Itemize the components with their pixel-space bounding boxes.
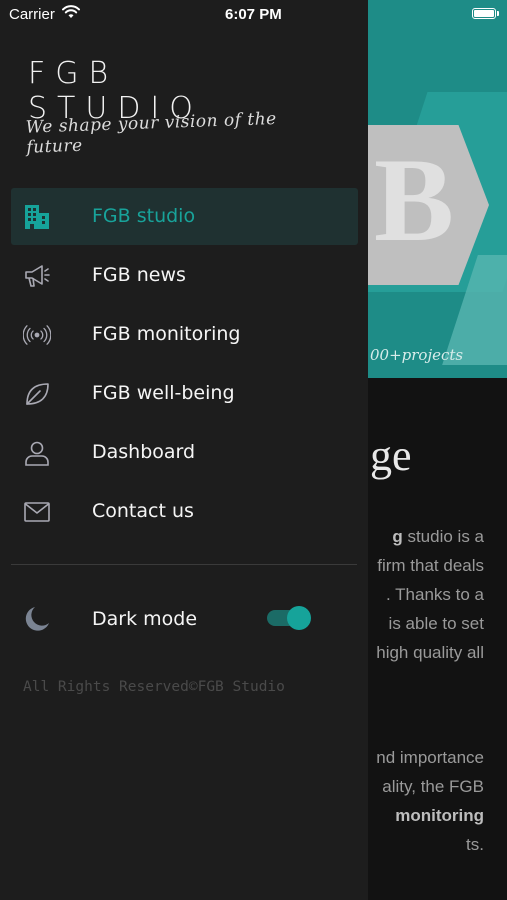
megaphone-icon: [23, 262, 51, 290]
menu-item-label: FGB monitoring: [92, 323, 241, 345]
menu-item-dashboard[interactable]: Dashboard: [11, 424, 358, 481]
moon-icon: [23, 605, 51, 633]
paragraph-line: firm that deals: [377, 556, 484, 575]
status-bar: Carrier 6:07 PM: [0, 0, 507, 30]
buildings-icon: [23, 203, 51, 231]
paragraph-line: ality, the FGB: [382, 777, 484, 796]
battery-icon: [472, 8, 496, 19]
paragraph-bold-text: monitoring: [395, 806, 484, 825]
navigation-drawer: FGB STUDIO We shape your vision of the f…: [0, 0, 368, 900]
drawer-menu: FGB studio FGB news FGB monitoring FGB w…: [11, 188, 358, 542]
menu-item-fgb-monitoring[interactable]: FGB monitoring: [11, 306, 358, 363]
drawer-divider: [11, 564, 357, 565]
paragraph-line: studio is a: [407, 527, 484, 546]
paragraph-line: nd importance: [376, 748, 484, 767]
carrier-label: Carrier: [9, 6, 55, 23]
user-icon: [23, 439, 51, 467]
menu-item-label: FGB news: [92, 264, 186, 286]
menu-item-contact-us[interactable]: Contact us: [11, 483, 358, 540]
menu-item-fgb-news[interactable]: FGB news: [11, 247, 358, 304]
page-heading-fragment: ge: [370, 431, 412, 480]
menu-item-label: FGB studio: [92, 205, 196, 227]
paragraph-line: . Thanks to a: [386, 585, 484, 604]
paragraph-line: is able to set: [388, 614, 484, 633]
menu-item-label: Dashboard: [92, 441, 196, 463]
wifi-icon: [62, 5, 80, 23]
paragraph-line: ts.: [466, 835, 484, 854]
intro-paragraph: g studio is a firm that deals . Thanks t…: [370, 522, 484, 667]
paragraph-line: high quality all: [376, 643, 484, 662]
leaf-icon: [23, 380, 51, 408]
dark-mode-label: Dark mode: [92, 608, 198, 630]
hero-projects-note: 00+projects: [370, 346, 464, 364]
dark-mode-row: Dark mode: [11, 590, 358, 647]
clock-time: 6:07 PM: [225, 6, 282, 23]
mail-icon: [23, 498, 51, 526]
dark-mode-toggle[interactable]: [267, 606, 311, 630]
menu-item-label: Contact us: [92, 500, 194, 522]
paragraph-bold-text: g: [392, 527, 403, 546]
copyright-footer: All Rights Reserved©FGB Studio: [23, 679, 285, 695]
toggle-knob: [287, 606, 311, 630]
menu-item-label: FGB well-being: [92, 382, 235, 404]
battery-tip: [497, 11, 499, 16]
broadcast-icon: [23, 321, 51, 349]
menu-item-fgb-studio[interactable]: FGB studio: [11, 188, 358, 245]
menu-item-fgb-well-being[interactable]: FGB well-being: [11, 365, 358, 422]
hero-logo-letter: B: [374, 133, 455, 266]
secondary-paragraph: nd importance ality, the FGB monitoring …: [370, 743, 484, 859]
brand-tagline: We shape your vision of the future: [25, 108, 278, 158]
